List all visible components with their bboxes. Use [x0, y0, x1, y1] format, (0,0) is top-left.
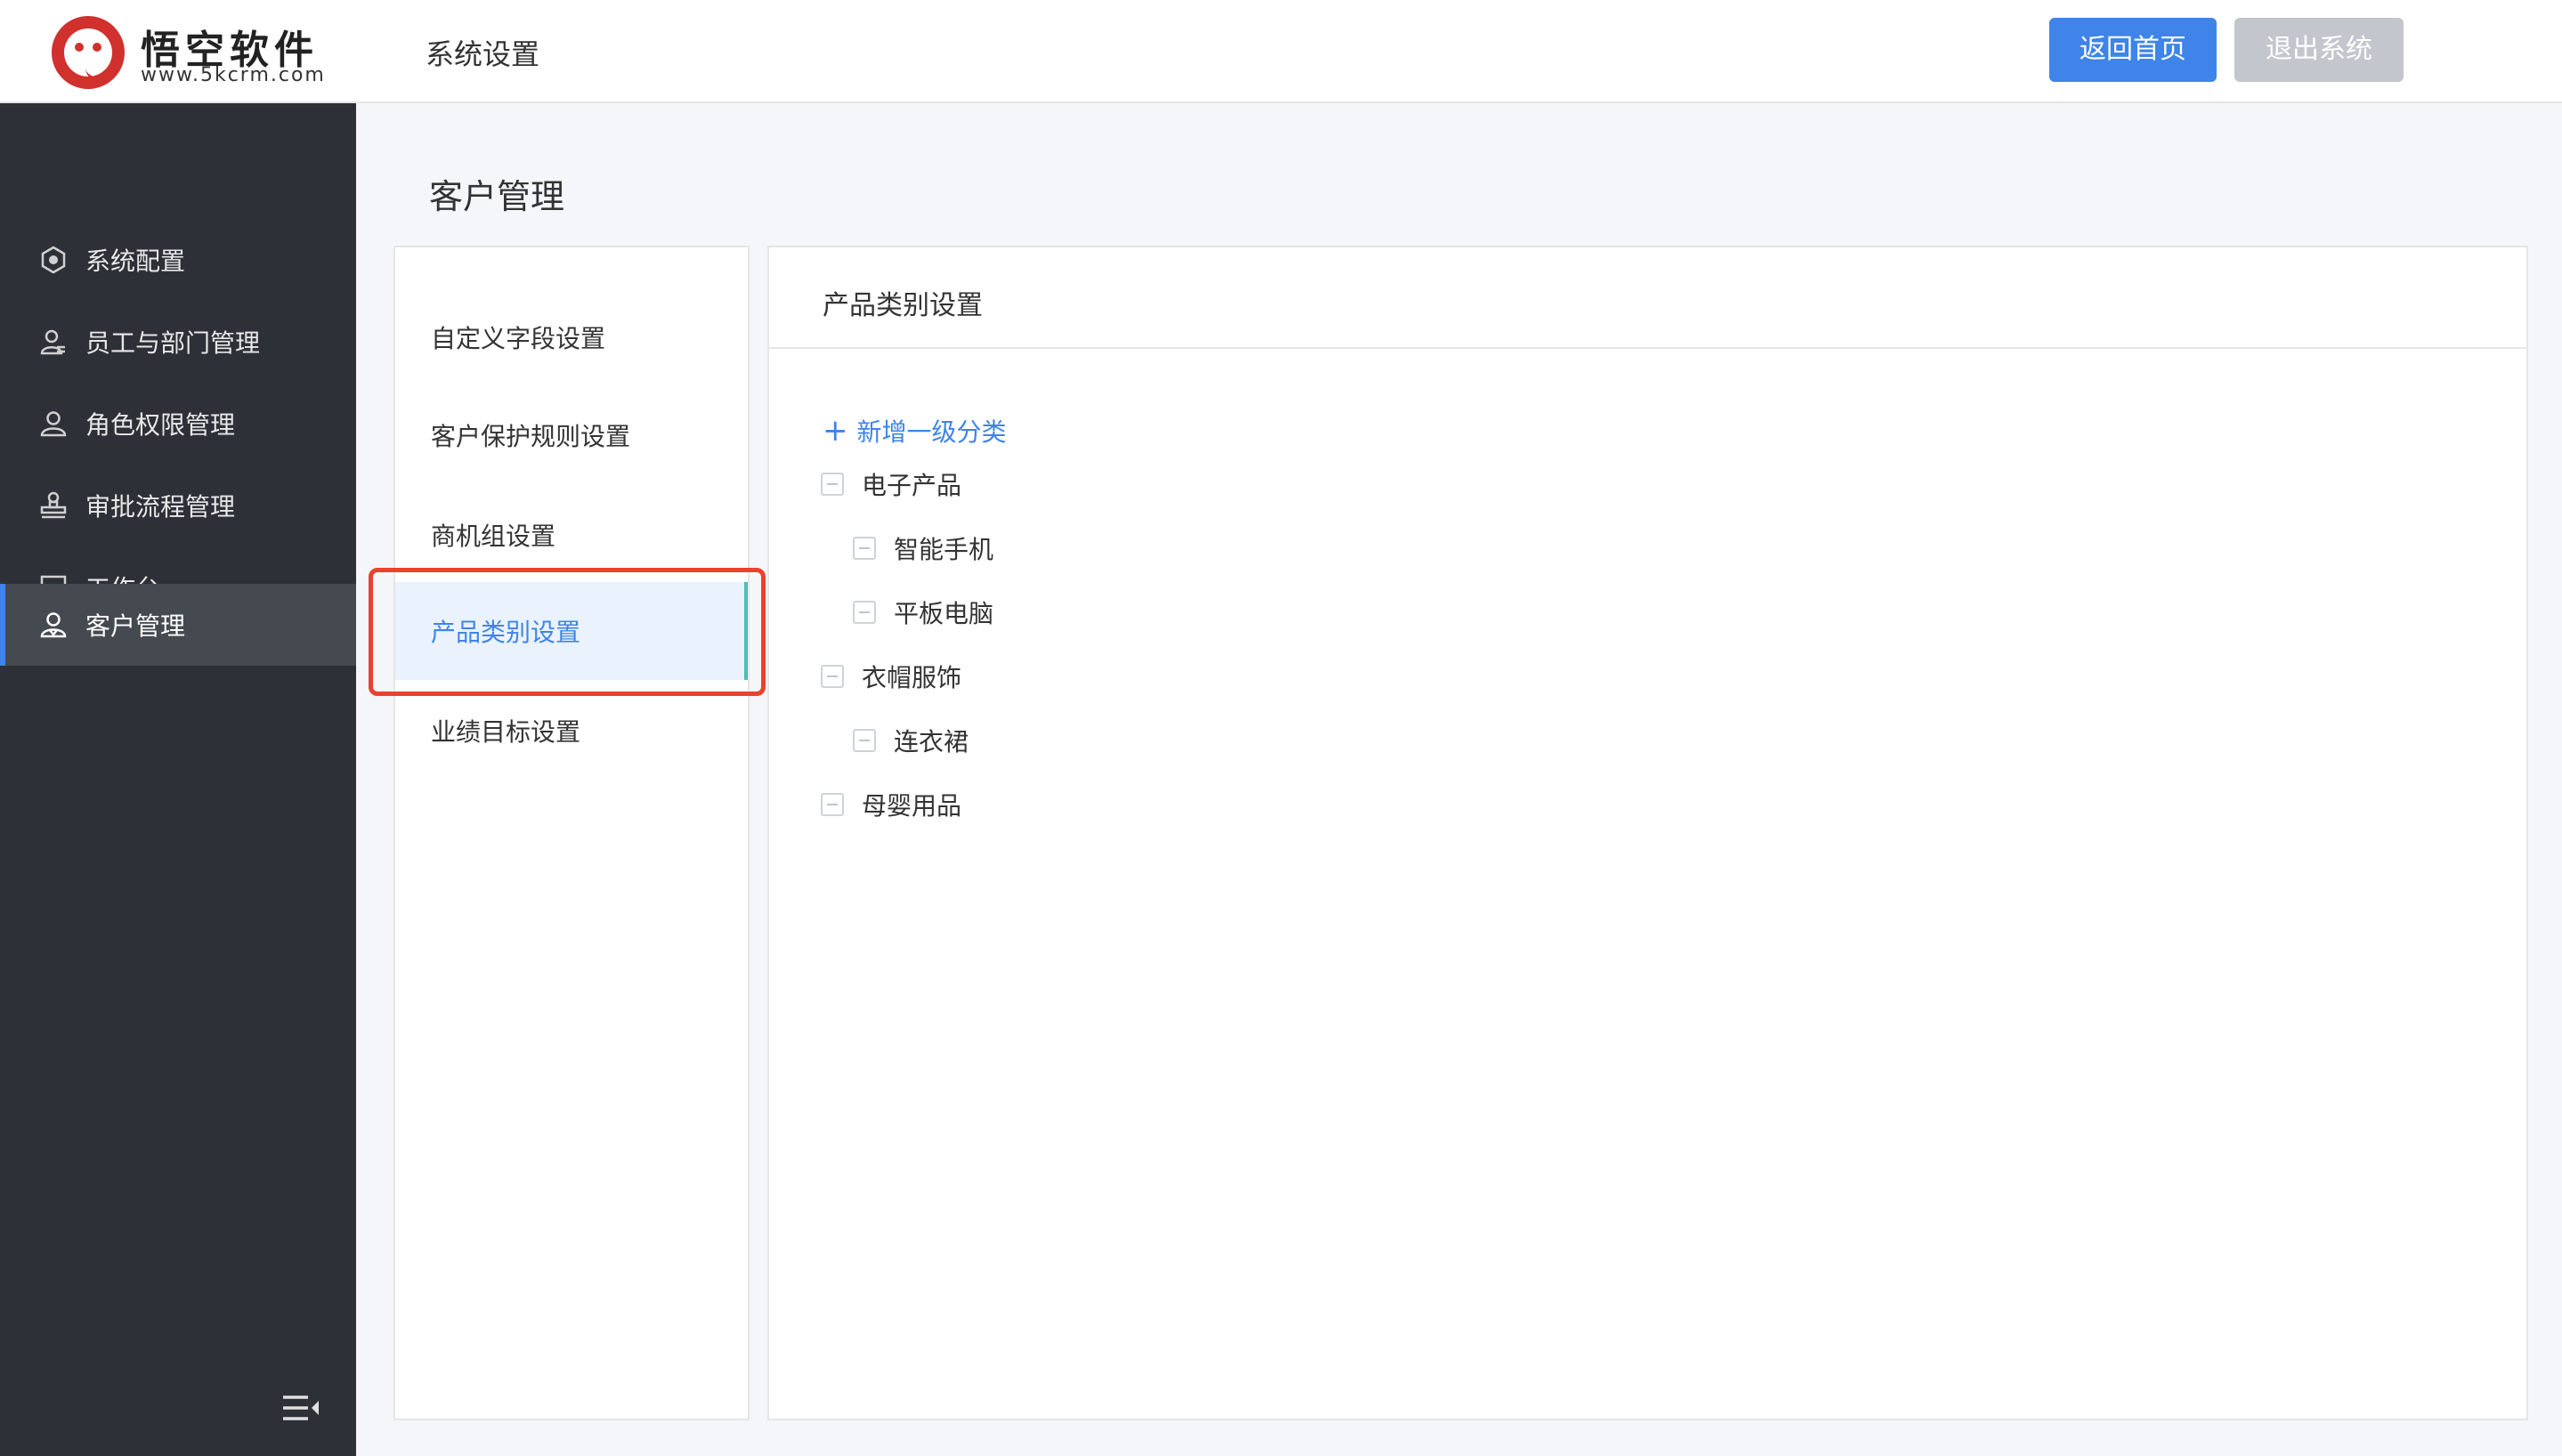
tree-node-label: 电子产品: [862, 471, 962, 500]
subnav-item-custom-fields[interactable]: 自定义字段设置: [395, 288, 748, 386]
tree-node[interactable]: 母婴用品: [821, 787, 961, 822]
content-panel: 产品类别设置 + 新增一级分类 电子产品 智能手机 平板电脑 衣帽服饰 连衣裙 …: [767, 246, 2528, 1420]
subnav-item-protection-rules[interactable]: 客户保护规则设置: [395, 386, 748, 484]
settings-subnav: 自定义字段设置 客户保护规则设置 商机组设置 产品类别设置 业绩目标设置: [393, 246, 750, 1420]
tree-node-label: 平板电脑: [894, 599, 994, 628]
sidebar: 系统配置 员工与部门管理 角色权限管理 审批流程管理 工作台 客户管理: [0, 103, 356, 1456]
add-top-category-button[interactable]: + 新增一级分类: [823, 413, 1007, 449]
tree-node-label: 智能手机: [894, 535, 994, 564]
sidebar-item-staff-department[interactable]: 员工与部门管理: [0, 301, 356, 383]
logout-button[interactable]: 退出系统: [2234, 18, 2404, 82]
collapse-toggle-icon[interactable]: [853, 729, 876, 752]
content-title: 产品类别设置: [823, 290, 983, 321]
sidebar-item-system-config[interactable]: 系统配置: [0, 219, 356, 301]
sidebar-item-label: 客户管理: [85, 611, 186, 641]
back-home-button[interactable]: 返回首页: [2049, 18, 2217, 82]
tree-node[interactable]: 衣帽服饰: [821, 659, 961, 694]
collapse-toggle-icon[interactable]: [821, 473, 844, 496]
top-header: 悟空软件 www.5kcrm.com 系统设置 返回首页 退出系统: [0, 0, 2562, 103]
collapse-toggle-icon[interactable]: [853, 537, 876, 560]
gear-hexagon-icon: [37, 244, 69, 276]
sidebar-item-label: 角色权限管理: [85, 410, 236, 440]
tree-node-label: 连衣裙: [894, 727, 969, 756]
tree-node-label: 衣帽服饰: [862, 663, 962, 692]
tree-node[interactable]: 连衣裙: [853, 723, 969, 758]
highlight-annotation-box: [369, 568, 766, 696]
collapse-toggle-icon[interactable]: [821, 793, 844, 816]
tree-node[interactable]: 电子产品: [821, 466, 961, 502]
sidebar-item-label: 系统配置: [85, 247, 186, 276]
tree-node[interactable]: 智能手机: [853, 530, 993, 566]
collapse-toggle-icon[interactable]: [821, 665, 844, 688]
stamp-icon: [37, 489, 69, 522]
tree-node-label: 母婴用品: [862, 791, 962, 821]
monkey-logo-icon: [52, 16, 125, 89]
customer-icon: [37, 609, 69, 641]
header-section-title: 系统设置: [426, 37, 540, 71]
sidebar-item-label: 员工与部门管理: [85, 328, 261, 358]
brand-url: www.5kcrm.com: [141, 64, 326, 86]
users-icon: [37, 326, 69, 358]
add-top-category-label: 新增一级分类: [856, 417, 1007, 447]
collapse-menu-icon[interactable]: [281, 1392, 320, 1424]
collapse-toggle-icon[interactable]: [853, 601, 876, 624]
content-header: 产品类别设置: [769, 247, 2526, 349]
brand-logo[interactable]: 悟空软件 www.5kcrm.com: [52, 16, 336, 89]
subnav-item-performance-target[interactable]: 业绩目标设置: [395, 682, 748, 780]
sidebar-item-approval-flow[interactable]: 审批流程管理: [0, 465, 356, 546]
sidebar-item-role-permission[interactable]: 角色权限管理: [0, 383, 356, 465]
plus-icon: +: [823, 413, 848, 449]
sidebar-item-label: 审批流程管理: [85, 492, 236, 522]
user-icon: [37, 408, 69, 440]
page-title: 客户管理: [429, 177, 565, 216]
tree-node[interactable]: 平板电脑: [853, 595, 993, 630]
sidebar-item-customer-management[interactable]: 客户管理: [0, 584, 356, 666]
